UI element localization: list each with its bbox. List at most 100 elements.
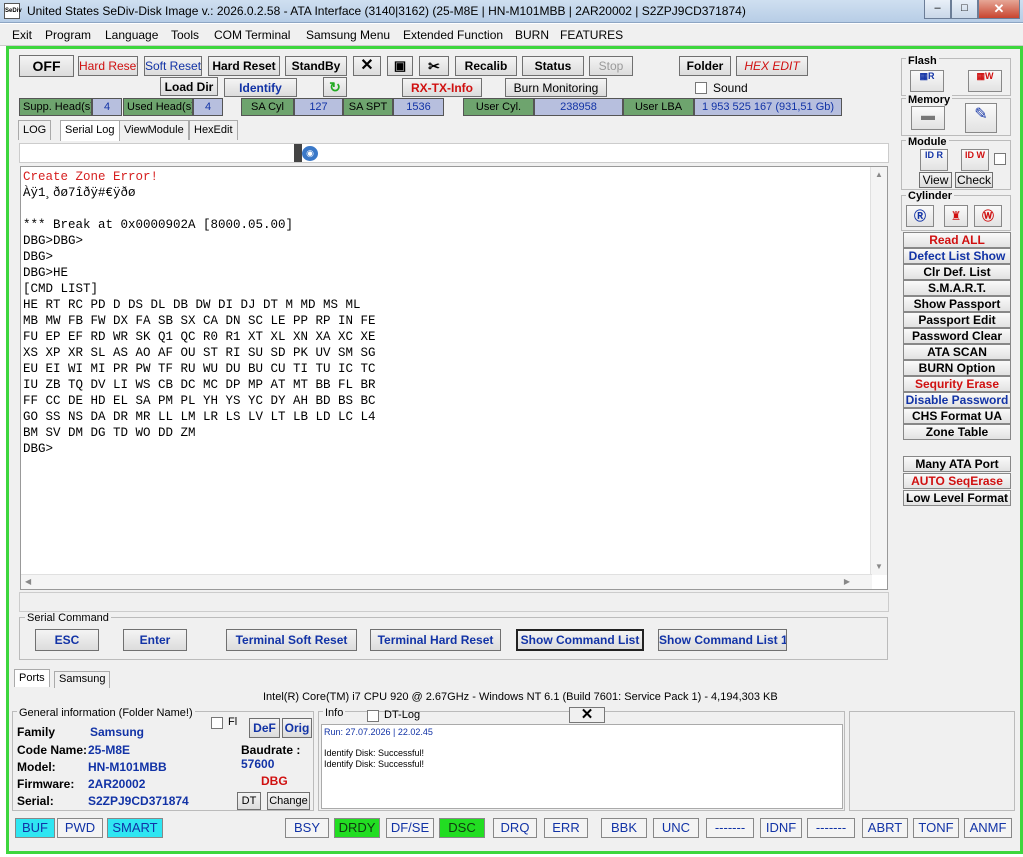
check-button[interactable]: Check [955, 172, 993, 188]
info-log-area[interactable]: Run: 27.07.2026 | 22.02.45 Identify Disk… [321, 724, 843, 809]
vertical-scrollbar[interactable]: ▲ ▼ [870, 167, 887, 575]
run-timestamp: Run: 27.07.2026 | 22.02.45 [324, 727, 433, 737]
input-strip[interactable] [19, 592, 889, 612]
enter-button[interactable]: Enter [123, 629, 187, 651]
menu-exit[interactable]: Exit [12, 28, 32, 42]
terminal-soft-reset-button[interactable]: Terminal Soft Reset [226, 629, 357, 651]
terminal-hard-reset-button[interactable]: Terminal Hard Reset [370, 629, 501, 651]
side-button-read-all[interactable]: Read ALL [903, 232, 1011, 248]
tab-view-module[interactable]: ViewModule [119, 120, 189, 140]
side-button-disable-password[interactable]: Disable Password [903, 392, 1011, 408]
cylinder-read-icon[interactable]: Ⓡ [906, 205, 934, 227]
refresh-icon[interactable]: ↻ [323, 77, 347, 97]
hard-reset-button[interactable]: Hard Reset [208, 56, 280, 76]
scroll-right-icon[interactable]: ▶ [844, 577, 850, 586]
cylinder-write-icon[interactable]: Ⓦ [974, 205, 1002, 227]
esc-button[interactable]: ESC [35, 629, 99, 651]
side-button-auto-seqerase[interactable]: AUTO SeqErase [903, 473, 1011, 489]
status-indicator-bbk: BBK [601, 818, 647, 838]
module-checkbox[interactable] [994, 153, 1006, 165]
supp-heads-value: 4 [92, 98, 122, 116]
tab-serial-log[interactable]: Serial Log [60, 120, 120, 141]
menu-com-terminal[interactable]: COM Terminal [214, 28, 290, 42]
minimize-button[interactable]: – [924, 0, 951, 19]
menu-tools[interactable]: Tools [171, 28, 199, 42]
side-button-ata-scan[interactable]: ATA SCAN [903, 344, 1011, 360]
close-button[interactable]: ✕ [978, 0, 1020, 19]
sound-label: Sound [713, 81, 748, 95]
cylinder-tool-icon[interactable]: ♜ [944, 205, 968, 227]
def-button[interactable]: DeF [249, 718, 280, 738]
dt-button[interactable]: DT [237, 792, 261, 810]
side-button-password-clear[interactable]: Password Clear [903, 328, 1011, 344]
side-button-sequrity-erase[interactable]: Sequrity Erase [903, 376, 1011, 392]
soft-reset-button[interactable]: Soft Reset [144, 56, 202, 76]
close-x-icon[interactable]: ✕ [353, 56, 381, 76]
id-read-icon[interactable]: ID R [920, 149, 948, 171]
load-dir-button[interactable]: Load Dir [160, 77, 218, 96]
tab-samsung[interactable]: Samsung [54, 671, 111, 688]
menu-extended-function[interactable]: Extended Function [403, 28, 503, 42]
side-button-clr-def-list[interactable]: Clr Def. List [903, 264, 1011, 280]
scroll-down-icon[interactable]: ▼ [875, 562, 883, 571]
memory-read-icon[interactable]: ▬ [911, 106, 945, 130]
refresh-circle-icon[interactable]: ◉ [302, 146, 318, 161]
tools-icon[interactable]: ✂ [419, 56, 449, 76]
fl-checkbox[interactable] [211, 717, 223, 729]
hex-edit-button[interactable]: HEX EDIT [736, 56, 808, 76]
memory-tool-icon[interactable]: ✎ [965, 103, 997, 133]
standby-button[interactable]: StandBy [285, 56, 347, 76]
flash-read-icon[interactable]: ▦R [910, 70, 944, 92]
side-button-many-ata-port[interactable]: Many ATA Port [903, 456, 1011, 472]
identify-button[interactable]: Identify [224, 78, 297, 97]
scroll-up-icon[interactable]: ▲ [875, 170, 883, 179]
dt-log-checkbox[interactable] [367, 710, 379, 722]
log-line: DBG> [23, 250, 54, 264]
side-button-s-m-a-r-t-[interactable]: S.M.A.R.T. [903, 280, 1011, 296]
side-button-passport-edit[interactable]: Passport Edit [903, 312, 1011, 328]
status-indicator-dsc: DSC [439, 818, 485, 838]
side-button-burn-option[interactable]: BURN Option [903, 360, 1011, 376]
log-line: [CMD LIST] [23, 282, 99, 296]
view-button[interactable]: View [919, 172, 952, 188]
serial-log-area[interactable]: Create Zone Error! Àÿ1¸ðø7îðÿ#€ÿðø *** Bre… [20, 166, 888, 590]
horizontal-scrollbar[interactable]: ◀ ▶ [21, 574, 872, 589]
side-button-defect-list-show[interactable]: Defect List Show [903, 248, 1011, 264]
slider-strip: ◉ [19, 143, 889, 163]
clear-log-icon[interactable]: ✕ [569, 707, 605, 723]
tab-log[interactable]: LOG [18, 120, 52, 140]
burn-monitoring-button[interactable]: Burn Monitoring [505, 78, 607, 97]
rx-tx-info-button[interactable]: RX-TX-Info [402, 78, 482, 97]
window-title: United States SeDiv-Disk Image v.: 2026.… [27, 4, 746, 18]
hard-reset-small-button[interactable]: Hard Reset [78, 56, 138, 76]
orig-button[interactable]: Orig [282, 718, 312, 738]
status-button[interactable]: Status [522, 56, 584, 76]
flash-write-icon[interactable]: ▦W [968, 70, 1002, 92]
tab-hex-edit[interactable]: HexEdit [189, 120, 238, 140]
change-button[interactable]: Change [267, 792, 310, 810]
side-button-zone-table[interactable]: Zone Table [903, 424, 1011, 440]
side-button-chs-format-ua[interactable]: CHS Format UA [903, 408, 1011, 424]
menu-burn[interactable]: BURN [515, 28, 549, 42]
id-write-icon[interactable]: ID W [961, 149, 989, 171]
show-command-list-1-button[interactable]: Show Command List 1 [658, 629, 787, 651]
side-button-show-passport[interactable]: Show Passport [903, 296, 1011, 312]
menu-program[interactable]: Program [45, 28, 91, 42]
menu-samsung[interactable]: Samsung Menu [306, 28, 390, 42]
off-button[interactable]: OFF [19, 55, 74, 77]
tab-ports[interactable]: Ports [14, 669, 50, 687]
folder-button[interactable]: Folder [679, 56, 731, 76]
scroll-left-icon[interactable]: ◀ [25, 577, 31, 586]
slider-handle[interactable] [294, 144, 302, 162]
save-icon[interactable]: ▣ [387, 56, 413, 76]
menu-language[interactable]: Language [105, 28, 158, 42]
sound-checkbox[interactable] [695, 82, 707, 94]
menu-features[interactable]: FEATURES [560, 28, 623, 42]
show-command-list-button[interactable]: Show Command List [516, 629, 644, 651]
side-button-low-level-format[interactable]: Low Level Format [903, 490, 1011, 506]
stop-button[interactable]: Stop [589, 56, 633, 76]
flash-label: Flash [906, 55, 939, 67]
maximize-button[interactable]: □ [951, 0, 978, 19]
status-indicator-idnf: IDNF [760, 818, 802, 838]
recalib-button[interactable]: Recalib [455, 56, 517, 76]
